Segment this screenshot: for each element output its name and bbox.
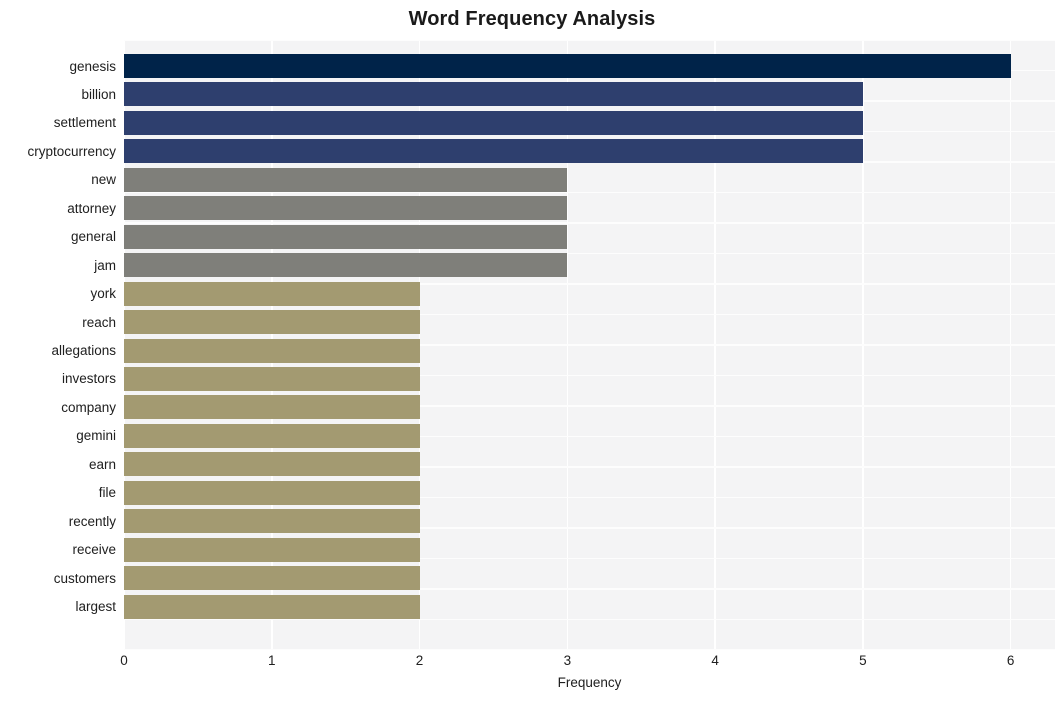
bar — [124, 338, 420, 363]
x-axis-tick-label: 4 — [711, 653, 719, 668]
x-axis-tick-label: 2 — [415, 653, 424, 668]
y-axis-tick-labels: genesis billion settlement cryptocurrency ne… — [0, 40, 116, 650]
y-axis-tick-label: york — [90, 286, 116, 302]
bar — [124, 395, 420, 420]
x-axis-tick-label: 3 — [563, 653, 572, 668]
bar — [124, 196, 568, 221]
y-axis-tick-label: settlement — [53, 115, 116, 131]
y-axis-tick-label: attorney — [67, 200, 116, 216]
bar — [124, 82, 863, 107]
horizontal-gridline — [124, 40, 1055, 41]
y-axis-tick-label: general — [70, 229, 116, 245]
y-axis-tick-label: receive — [72, 542, 116, 558]
horizontal-gridline — [124, 618, 1055, 621]
bar — [124, 452, 420, 477]
bar — [124, 537, 420, 562]
y-axis-tick-label: investors — [61, 371, 116, 387]
plot-area — [124, 40, 1055, 650]
bar — [124, 509, 420, 534]
y-axis-tick-label: recently — [68, 513, 116, 529]
bar — [124, 594, 420, 619]
bar — [124, 167, 568, 192]
x-axis-tick-label: 1 — [268, 653, 276, 668]
x-axis-tick-labels: 0 1 2 3 4 5 6 — [120, 653, 1055, 673]
y-axis-tick-label: jam — [94, 257, 116, 273]
y-axis-tick-label: file — [98, 485, 116, 501]
horizontal-gridline — [124, 649, 1055, 650]
y-axis-tick-label: company — [61, 399, 116, 415]
chart-title: Word Frequency Analysis — [408, 8, 656, 30]
y-axis-tick-label: new — [91, 172, 116, 188]
bar — [124, 224, 568, 249]
bar — [124, 566, 420, 591]
x-axis-tick-label: 5 — [859, 653, 867, 668]
bar — [124, 54, 1011, 78]
bar — [124, 281, 420, 306]
bar — [124, 423, 420, 448]
y-axis-tick-label: billion — [81, 86, 116, 102]
bar — [124, 366, 420, 391]
y-axis-tick-label: cryptocurrency — [27, 143, 116, 159]
word-frequency-chart-figure: Word Frequency Analysis genesis billion se… — [0, 0, 1064, 701]
y-axis-tick-label: genesis — [69, 58, 116, 74]
x-axis-title: Frequency — [557, 675, 622, 690]
x-axis-tick-label: 0 — [120, 653, 128, 668]
bar — [124, 310, 420, 335]
x-axis-tick-label: 6 — [1006, 653, 1015, 668]
y-axis-tick-label: largest — [75, 599, 116, 615]
horizontal-gridline — [124, 222, 1055, 224]
bar — [124, 253, 568, 278]
y-axis-tick-label: gemini — [76, 428, 116, 444]
bar — [124, 480, 420, 505]
horizontal-gridline — [124, 191, 1055, 194]
y-axis-tick-label: customers — [53, 570, 116, 586]
bar — [124, 139, 863, 164]
y-axis-tick-label: allegations — [51, 343, 116, 358]
y-axis-tick-label: reach — [82, 314, 116, 330]
bar — [124, 110, 863, 135]
y-axis-tick-label: earn — [88, 456, 116, 472]
